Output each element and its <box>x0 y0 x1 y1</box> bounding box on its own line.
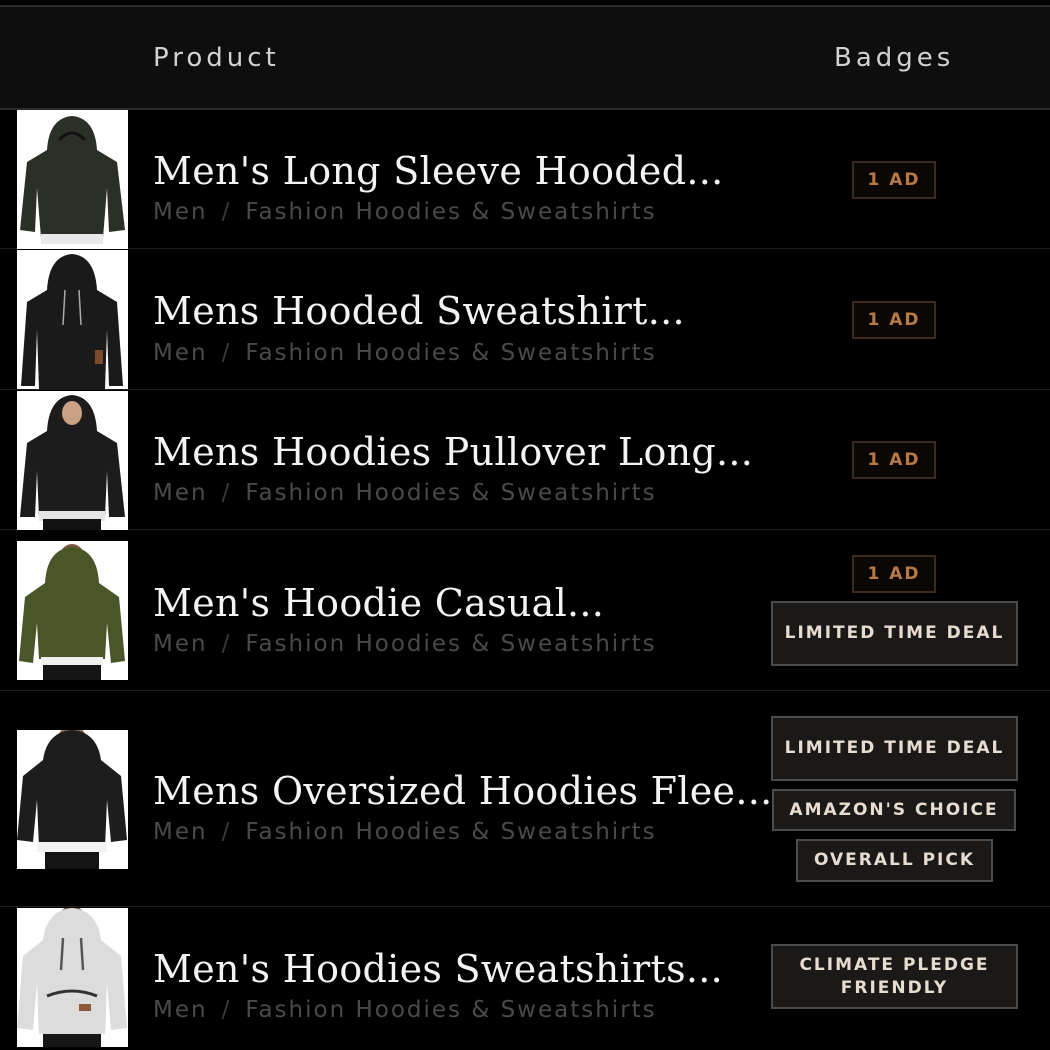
breadcrumb-category[interactable]: Men <box>153 199 208 225</box>
breadcrumb-separator: / <box>221 631 232 657</box>
breadcrumb-separator: / <box>221 199 232 225</box>
product-thumbnail[interactable] <box>17 730 128 869</box>
product-title[interactable]: Men's Hoodie Casual... <box>153 581 604 625</box>
product-thumbnail[interactable] <box>17 250 128 389</box>
breadcrumb-subcategory[interactable]: Fashion Hoodies & Sweatshirts <box>245 340 656 366</box>
product-thumbnail[interactable] <box>17 908 128 1047</box>
breadcrumb: Men / Fashion Hoodies & Sweatshirts <box>153 340 657 366</box>
table-header: Product Badges <box>0 7 1050 110</box>
product-thumbnail[interactable] <box>17 110 128 249</box>
limited-time-deal-badge: LIMITED TIME DEAL <box>771 601 1018 666</box>
breadcrumb: Men / Fashion Hoodies & Sweatshirts <box>153 199 657 225</box>
breadcrumb-separator: / <box>221 997 232 1023</box>
breadcrumb-category[interactable]: Men <box>153 997 208 1023</box>
breadcrumb-subcategory[interactable]: Fashion Hoodies & Sweatshirts <box>245 480 656 506</box>
product-title[interactable]: Mens Hooded Sweatshirt... <box>153 289 685 333</box>
breadcrumb-subcategory[interactable]: Fashion Hoodies & Sweatshirts <box>245 819 656 845</box>
breadcrumb-subcategory[interactable]: Fashion Hoodies & Sweatshirts <box>245 631 656 657</box>
amazons-choice-badge: AMAZON'S CHOICE <box>772 789 1016 831</box>
table-row[interactable]: Mens Hoodies Pullover Long... Men / Fashio… <box>0 390 1050 530</box>
ad-badge: 1 AD <box>852 161 936 199</box>
product-title[interactable]: Mens Hoodies Pullover Long... <box>153 430 753 474</box>
breadcrumb-separator: / <box>221 819 232 845</box>
breadcrumb-separator: / <box>221 480 232 506</box>
overall-pick-badge: OVERALL PICK <box>796 839 993 882</box>
product-title[interactable]: Men's Long Sleeve Hooded... <box>153 149 723 193</box>
breadcrumb-separator: / <box>221 340 232 366</box>
breadcrumb-category[interactable]: Men <box>153 631 208 657</box>
breadcrumb: Men / Fashion Hoodies & Sweatshirts <box>153 631 657 657</box>
product-title[interactable]: Mens Oversized Hoodies Flee... <box>153 769 772 813</box>
breadcrumb-category[interactable]: Men <box>153 340 208 366</box>
table-row[interactable]: Men's Hoodie Casual... Men / Fashion Hoodi… <box>0 530 1050 691</box>
breadcrumb-subcategory[interactable]: Fashion Hoodies & Sweatshirts <box>245 199 656 225</box>
product-title[interactable]: Men's Hoodies Sweatshirts... <box>153 947 723 991</box>
table-row[interactable]: Mens Oversized Hoodies Flee... Men / Fashi… <box>0 691 1050 907</box>
breadcrumb-category[interactable]: Men <box>153 480 208 506</box>
column-header-product[interactable]: Product <box>153 43 280 73</box>
breadcrumb-category[interactable]: Men <box>153 819 208 845</box>
ad-badge: 1 AD <box>852 301 936 339</box>
breadcrumb: Men / Fashion Hoodies & Sweatshirts <box>153 997 657 1023</box>
ad-badge: 1 AD <box>852 555 936 593</box>
climate-pledge-friendly-badge: CLIMATE PLEDGE FRIENDLY <box>771 944 1018 1009</box>
breadcrumb: Men / Fashion Hoodies & Sweatshirts <box>153 480 657 506</box>
breadcrumb: Men / Fashion Hoodies & Sweatshirts <box>153 819 657 845</box>
breadcrumb-subcategory[interactable]: Fashion Hoodies & Sweatshirts <box>245 997 656 1023</box>
table-row[interactable]: Men's Hoodies Sweatshirts... Men / Fashion… <box>0 907 1050 1050</box>
table-row[interactable]: Men's Long Sleeve Hooded... Men / Fashion … <box>0 109 1050 249</box>
limited-time-deal-badge: LIMITED TIME DEAL <box>771 716 1018 781</box>
ad-badge: 1 AD <box>852 441 936 479</box>
product-thumbnail[interactable] <box>17 391 128 530</box>
product-thumbnail[interactable] <box>17 541 128 680</box>
column-header-badges[interactable]: Badges <box>834 43 954 73</box>
table-row[interactable]: Mens Hooded Sweatshirt... Men / Fashion Ho… <box>0 249 1050 390</box>
